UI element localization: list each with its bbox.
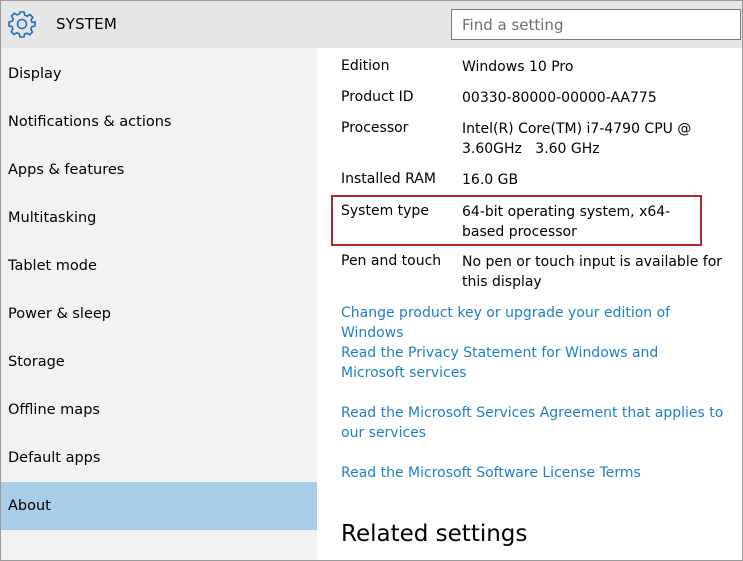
sidebar-item-label: Tablet mode — [8, 258, 97, 274]
sidebar-item-about[interactable]: About — [1, 482, 317, 530]
sidebar-item-label: Default apps — [8, 450, 101, 466]
processor-value: Intel(R) Core(TM) i7-4790 CPU @ 3.60GHz … — [462, 121, 696, 157]
processor-label: Processor — [341, 120, 409, 136]
pen-touch-value: No pen or touch input is available for t… — [462, 254, 723, 290]
system-type-label: System type — [341, 203, 429, 219]
search-input[interactable] — [452, 10, 702, 39]
sidebar-item-label: Power & sleep — [8, 306, 111, 322]
product-id-label: Product ID — [341, 89, 414, 105]
sidebar-item-multitasking[interactable]: Multitasking — [1, 194, 317, 242]
installed-ram-value: 16.0 GB — [462, 172, 519, 188]
sidebar-item-label: Storage — [8, 354, 65, 370]
sidebar-item-label: About — [8, 498, 51, 514]
change-product-key-link[interactable]: Change product key or upgrade your editi… — [341, 303, 736, 343]
product-id-value: 00330-80000-00000-AA775 — [462, 90, 657, 106]
sidebar-item-label: Multitasking — [8, 210, 97, 226]
related-settings-heading: Related settings — [341, 521, 528, 547]
sidebar: Display Notifications & actions Apps & f… — [1, 48, 317, 560]
search-box[interactable] — [451, 9, 741, 40]
services-agreement-link[interactable]: Read the Microsoft Services Agreement th… — [341, 403, 736, 443]
pen-touch-label: Pen and touch — [341, 253, 442, 269]
edition-label: Edition — [341, 58, 390, 74]
header-bar: SYSTEM — [1, 1, 742, 48]
sidebar-item-tablet-mode[interactable]: Tablet mode — [1, 242, 317, 290]
gear-icon — [8, 10, 36, 38]
edition-value: Windows 10 Pro — [462, 59, 574, 75]
sidebar-item-label: Offline maps — [8, 402, 100, 418]
license-terms-link[interactable]: Read the Microsoft Software License Term… — [341, 463, 736, 483]
sidebar-item-label: Apps & features — [8, 162, 125, 178]
sidebar-item-power-sleep[interactable]: Power & sleep — [1, 290, 317, 338]
sidebar-item-notifications[interactable]: Notifications & actions — [1, 98, 317, 146]
page-title: SYSTEM — [56, 15, 117, 33]
privacy-statement-link[interactable]: Read the Privacy Statement for Windows a… — [341, 343, 716, 383]
sidebar-item-apps-features[interactable]: Apps & features — [1, 146, 317, 194]
system-type-value: 64-bit operating system, x64-based proce… — [462, 204, 671, 240]
sidebar-item-default-apps[interactable]: Default apps — [1, 434, 317, 482]
sidebar-item-display[interactable]: Display — [1, 50, 317, 98]
installed-ram-label: Installed RAM — [341, 171, 436, 187]
sidebar-item-offline-maps[interactable]: Offline maps — [1, 386, 317, 434]
settings-window: SYSTEM Display Notifications & actions A… — [0, 0, 743, 561]
sidebar-item-label: Display — [8, 66, 62, 82]
about-panel: Edition Windows 10 Pro Product ID 00330-… — [317, 48, 742, 560]
sidebar-item-label: Notifications & actions — [8, 114, 172, 130]
sidebar-item-storage[interactable]: Storage — [1, 338, 317, 386]
